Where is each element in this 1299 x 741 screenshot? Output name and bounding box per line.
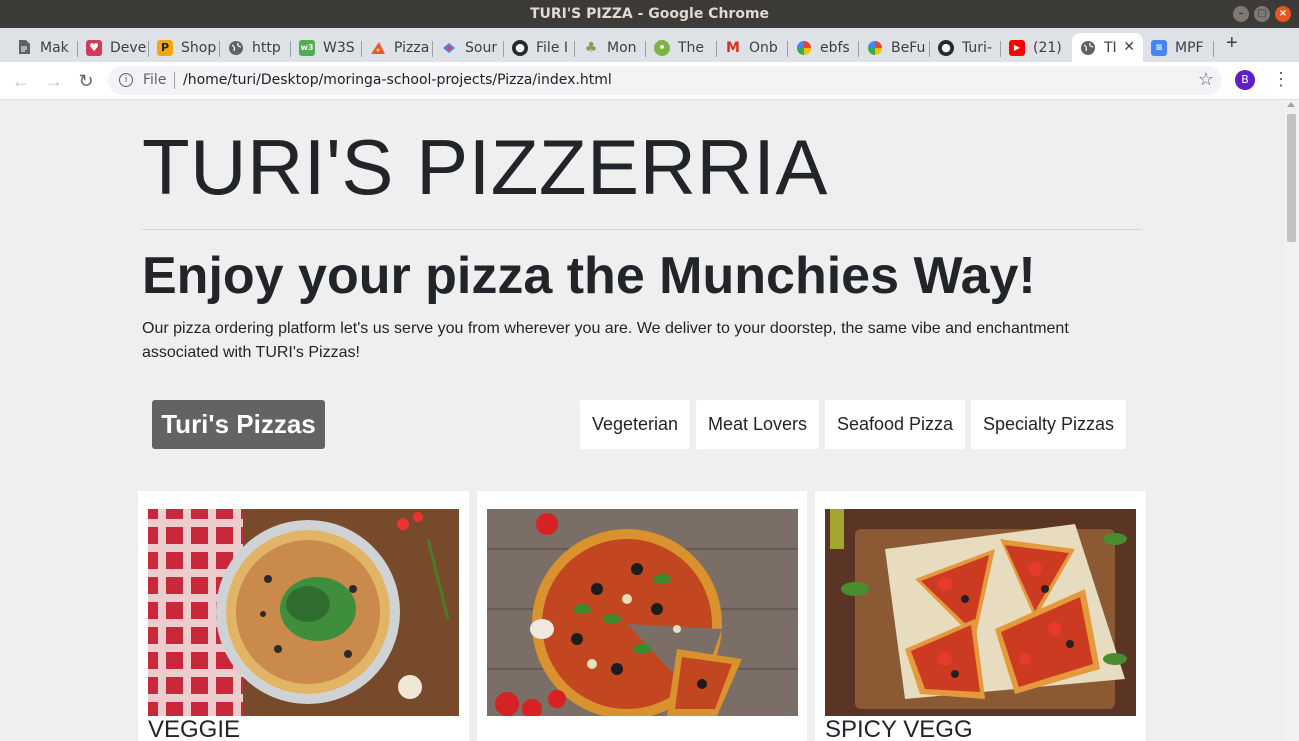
browser-tab[interactable]: ≡ MPF bbox=[1143, 33, 1214, 62]
globe-icon bbox=[228, 40, 244, 56]
browser-tab[interactable]: M Onb bbox=[717, 33, 788, 62]
bulb-icon: • bbox=[654, 39, 670, 56]
pizza-card[interactable] bbox=[477, 491, 807, 741]
github-icon: ● bbox=[512, 39, 528, 56]
pinwheel-icon bbox=[796, 40, 812, 56]
window-controls: – □ × bbox=[1233, 6, 1291, 22]
browser-tab[interactable]: ▶ (21) bbox=[1001, 33, 1072, 62]
page-content: TURI'S PIZZERRIA Enjoy your pizza the Mu… bbox=[0, 100, 1284, 741]
new-tab-button[interactable]: + bbox=[1226, 32, 1238, 55]
scheme-label: File bbox=[143, 72, 167, 88]
browser-tab[interactable]: ebfs bbox=[788, 33, 859, 62]
docs-icon: ≡ bbox=[1151, 39, 1167, 56]
pizza-icon bbox=[370, 40, 386, 56]
header-divider bbox=[142, 229, 1142, 230]
close-window-icon[interactable]: × bbox=[1275, 6, 1291, 22]
nav-specialty-pizzas[interactable]: Specialty Pizzas bbox=[971, 400, 1126, 449]
menu-kebab-icon[interactable]: ⋮ bbox=[1272, 69, 1290, 90]
profile-avatar[interactable]: B bbox=[1235, 70, 1255, 90]
browser-tab[interactable]: http bbox=[220, 33, 291, 62]
reload-icon[interactable]: ↻ bbox=[76, 71, 96, 92]
browser-tab[interactable]: ● Turi- bbox=[930, 33, 1001, 62]
bookmark-star-icon[interactable]: ☆ bbox=[1198, 69, 1214, 90]
browser-tab[interactable]: ♣ Mon bbox=[575, 33, 646, 62]
window-titlebar: TURI'S PIZZA - Google Chrome – □ × bbox=[0, 0, 1299, 28]
browser-tab[interactable]: ♥ Deve bbox=[78, 33, 149, 62]
address-divider bbox=[174, 72, 175, 89]
browser-tab[interactable]: Mak bbox=[8, 33, 78, 62]
site-title: TURI'S PIZZERRIA bbox=[142, 123, 828, 211]
url-text[interactable]: /home/turi/Desktop/moringa-school-projec… bbox=[183, 72, 612, 88]
browser-tab[interactable]: w3 W3S bbox=[291, 33, 362, 62]
browser-tab[interactable]: P Shop bbox=[149, 33, 220, 62]
pepperoni-pizza-image bbox=[487, 509, 798, 716]
browser-tab-active[interactable]: TI ✕ bbox=[1072, 33, 1143, 62]
forward-icon[interactable]: → bbox=[44, 71, 64, 92]
dev-heart-icon: ♥ bbox=[86, 39, 102, 56]
card-title: VEGGIE bbox=[148, 716, 241, 741]
page-scrollbar[interactable] bbox=[1284, 100, 1299, 741]
sourcegraph-icon bbox=[441, 40, 457, 56]
pizza-card[interactable]: SPICY VEGG bbox=[815, 491, 1146, 741]
window-title: TURI'S PIZZA - Google Chrome bbox=[529, 6, 770, 22]
browser-tab[interactable]: ● File I bbox=[504, 33, 575, 62]
card-title: SPICY VEGG bbox=[825, 716, 973, 741]
maximize-icon[interactable]: □ bbox=[1254, 6, 1270, 22]
intro-text: Our pizza ordering platform let's us ser… bbox=[142, 320, 1069, 361]
browser-tab[interactable]: • The bbox=[646, 33, 717, 62]
pinwheel-icon bbox=[867, 40, 883, 56]
spicy-veggie-pizza-image bbox=[825, 509, 1136, 716]
browser-tab[interactable]: BeFu bbox=[859, 33, 930, 62]
back-icon[interactable]: ← bbox=[11, 71, 31, 92]
browser-tab[interactable]: Sour bbox=[433, 33, 504, 62]
github-icon: ● bbox=[938, 39, 954, 56]
globe-icon bbox=[1080, 40, 1096, 56]
address-bar[interactable]: i File /home/turi/Desktop/moringa-school… bbox=[108, 66, 1222, 95]
minimize-icon[interactable]: – bbox=[1233, 6, 1249, 22]
w3-icon: w3 bbox=[299, 39, 315, 56]
scroll-thumb[interactable] bbox=[1287, 114, 1296, 242]
youtube-icon: ▶ bbox=[1009, 39, 1025, 56]
tree-icon: ♣ bbox=[584, 39, 598, 56]
pizza-card[interactable]: VEGGIE bbox=[138, 491, 469, 741]
nav-meat-lovers[interactable]: Meat Lovers bbox=[696, 400, 819, 449]
nav-seafood-pizza[interactable]: Seafood Pizza bbox=[825, 400, 965, 449]
gmail-icon: M bbox=[726, 39, 740, 56]
brand-button[interactable]: Turi's Pizzas bbox=[152, 400, 325, 449]
tab-strip: Mak ♥ Deve P Shop http w3 W3S Pizza Sour… bbox=[0, 28, 1299, 62]
scroll-up-arrow-icon[interactable] bbox=[1287, 102, 1295, 107]
browser-toolbar: ← → ↻ i File /home/turi/Desktop/moringa-… bbox=[0, 62, 1299, 100]
close-tab-icon[interactable]: ✕ bbox=[1123, 39, 1135, 55]
info-icon[interactable]: i bbox=[119, 73, 133, 87]
browser-tab[interactable]: Pizza bbox=[362, 33, 433, 62]
document-icon bbox=[16, 39, 32, 56]
veggie-pizza-image bbox=[148, 509, 459, 716]
p-letter-icon: P bbox=[157, 39, 173, 56]
tagline: Enjoy your pizza the Munchies Way! bbox=[142, 247, 1036, 305]
nav-vegeterian[interactable]: Vegeterian bbox=[580, 400, 690, 449]
